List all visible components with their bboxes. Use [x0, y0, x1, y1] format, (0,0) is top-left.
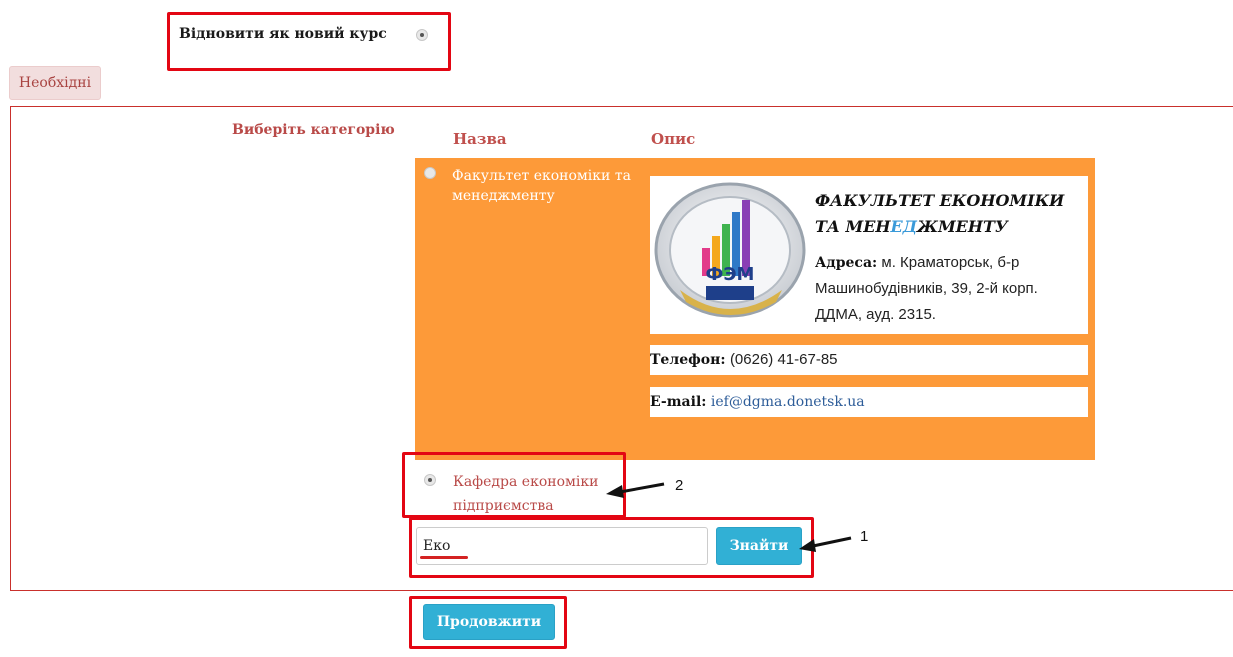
faculty-radio[interactable] — [424, 167, 436, 179]
faculty-logo-icon: ФЭМ — [654, 182, 806, 318]
email-label: E-mail: — [650, 394, 707, 410]
faculty-address: Адреса: м. Краматорськ, б-р Машинобудівн… — [815, 250, 1085, 328]
annotation-arrow-2 — [606, 482, 665, 498]
faculty-email-row: E-mail: ief@dgma.donetsk.ua — [650, 387, 1088, 417]
annotation-number-2: 2 — [675, 477, 684, 494]
column-header-description: Опис — [651, 130, 696, 148]
annotation-arrow-1 — [799, 536, 852, 552]
address-label: Адреса: — [815, 255, 878, 271]
phone-label: Телефон: — [650, 352, 726, 368]
faculty-title: ФАКУЛЬТЕТ ЕКОНОМІКИ ТА МЕНЕДЖМЕНТУ — [815, 191, 1065, 236]
annotation-box-continue — [409, 596, 567, 649]
annotation-box-restore — [167, 12, 451, 71]
annotation-number-1: 1 — [860, 528, 869, 545]
faculty-phone-row: Телефон: (0626) 41-67-85 — [650, 345, 1088, 375]
phone-value: (0626) 41-67-85 — [729, 351, 838, 368]
annotation-box-search — [409, 517, 814, 578]
annotation-box-department — [402, 452, 626, 518]
email-link[interactable]: ief@dgma.donetsk.ua — [711, 394, 865, 410]
faculty-name: Факультет економіки та менеджменту — [452, 168, 631, 204]
logo-text: ФЭМ — [706, 264, 755, 285]
choose-category-label: Виберіть категорію — [232, 122, 395, 138]
required-fields-button[interactable]: Необхідні — [9, 66, 101, 100]
column-header-name: Назва — [453, 130, 507, 148]
